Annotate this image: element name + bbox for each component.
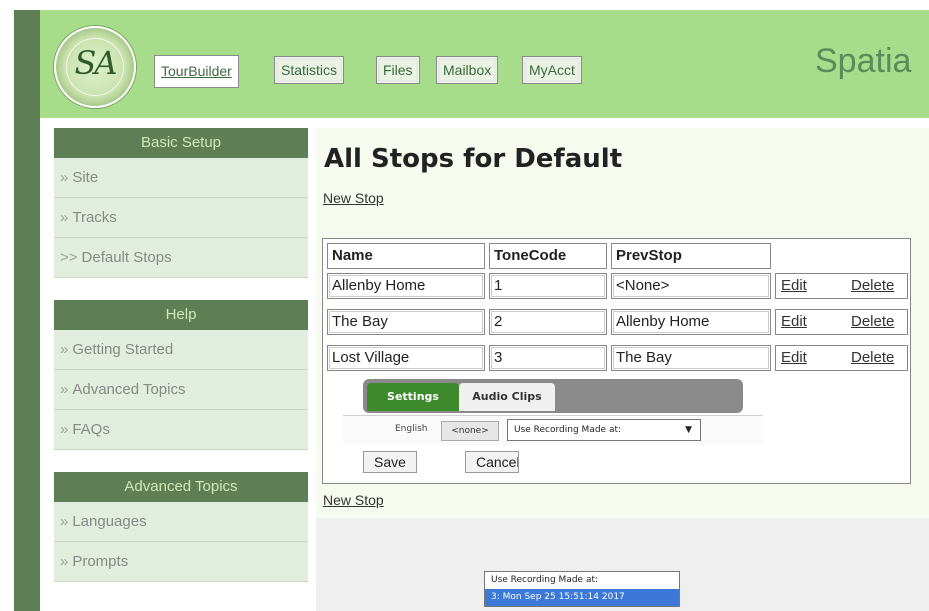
table-cell-prevstop: Allenby Home	[611, 309, 771, 335]
dropdown-option-selected[interactable]: 3: Mon Sep 25 15:51:14 2017	[485, 589, 679, 606]
nav-tab-statistics[interactable]: Statistics	[274, 56, 345, 84]
table-cell-name: The Bay	[327, 309, 485, 335]
editor-tab-bar: Settings Audio Clips	[363, 379, 743, 413]
language-label: English	[395, 424, 428, 434]
left-stripe	[14, 10, 40, 611]
edit-link[interactable]: Edit	[781, 313, 807, 330]
recording-select-value: Use Recording Made at:	[514, 425, 622, 435]
sidebar-item-tracks[interactable]: » Tracks	[54, 198, 308, 238]
column-header-prevstop: PrevStop	[611, 243, 771, 269]
nav-tab-files[interactable]: Files	[376, 56, 420, 84]
column-header-name: Name	[327, 243, 485, 269]
sidebar-item-prompts[interactable]: » Prompts	[54, 542, 308, 582]
logo: SA	[54, 26, 136, 108]
language-row: English <none> Use Recording Made at: ▼	[343, 415, 763, 445]
stops-table: Name ToneCode PrevStop Allenby Home 1 <N…	[322, 238, 911, 484]
sidebar-item-marker: »	[60, 421, 69, 438]
sidebar-gap	[54, 278, 308, 300]
sidebar-item-label: FAQs	[72, 421, 110, 438]
tab-audio-clips[interactable]: Audio Clips	[459, 383, 555, 411]
left-edge-bar	[0, 0, 40, 611]
sidebar-item-marker: »	[60, 513, 69, 530]
new-stop-link-bottom[interactable]: New Stop	[323, 492, 384, 508]
sidebar-item-default-stops[interactable]: >> Default Stops	[54, 238, 308, 278]
sidebar-item-getting-started[interactable]: » Getting Started	[54, 330, 308, 370]
sidebar-item-advanced-topics[interactable]: » Advanced Topics	[54, 370, 308, 410]
sidebar-item-label: Default Stops	[81, 249, 172, 266]
logo-text: SA	[74, 44, 117, 82]
table-cell-tonecode: 2	[489, 309, 607, 335]
table-cell-tonecode: 1	[489, 273, 607, 299]
sidebar-item-marker: »	[60, 553, 69, 570]
table-cell-name: Allenby Home	[327, 273, 485, 299]
sidebar-section-title-advanced-topics: Advanced Topics	[54, 472, 308, 502]
tab-settings[interactable]: Settings	[367, 383, 459, 411]
nav-tab-tourbuilder[interactable]: TourBuilder	[154, 55, 239, 88]
recording-dropdown-list: Use Recording Made at: 3: Mon Sep 25 15:…	[484, 571, 680, 607]
none-recording-button[interactable]: <none>	[441, 421, 499, 441]
sidebar-item-label: Prompts	[72, 553, 129, 570]
header: SA TourBuilder Statistics Files Mailbox …	[40, 10, 929, 118]
stop-editor-panel: Settings Audio Clips English <none> Use …	[343, 375, 763, 475]
table-cell-prevstop: <None>	[611, 273, 771, 299]
edit-link[interactable]: Edit	[781, 349, 807, 366]
page-title: All Stops for Default	[324, 144, 623, 174]
dropdown-caret-icon: ▼	[685, 425, 692, 435]
sidebar-item-label: Getting Started	[72, 341, 174, 358]
main-content: All Stops for Default New Stop Name Tone…	[316, 128, 929, 518]
sidebar-item-label: Advanced Topics	[72, 381, 186, 398]
recording-select[interactable]: Use Recording Made at: ▼	[507, 419, 701, 441]
nav-tab-mailbox[interactable]: Mailbox	[436, 56, 499, 84]
sidebar-item-marker: »	[60, 169, 69, 186]
sidebar-item-faqs[interactable]: » FAQs	[54, 410, 308, 450]
delete-link[interactable]: Delete	[851, 313, 894, 330]
sidebar-item-languages[interactable]: » Languages	[54, 502, 308, 542]
sidebar-item-label: Tracks	[72, 209, 117, 226]
sidebar-item-marker: »	[60, 381, 69, 398]
sidebar-item-label: Site	[72, 169, 99, 186]
sidebar-item-marker: »	[60, 341, 69, 358]
column-header-tonecode: ToneCode	[489, 243, 607, 269]
sidebar-item-label: Languages	[72, 513, 147, 530]
edit-link[interactable]: Edit	[781, 277, 807, 294]
sidebar-gap	[54, 450, 308, 472]
save-button[interactable]: Save	[363, 451, 417, 473]
site-title: Spatia	[815, 42, 912, 80]
cancel-button[interactable]: Cancel	[465, 451, 519, 473]
table-cell-name: Lost Village	[327, 345, 485, 371]
sidebar-item-marker: >>	[60, 249, 78, 266]
table-cell-prevstop: The Bay	[611, 345, 771, 371]
dropdown-option[interactable]: Use Recording Made at:	[485, 572, 679, 589]
delete-link[interactable]: Delete	[851, 349, 894, 366]
sidebar: Basic Setup » Site » Tracks >> Default Stop…	[54, 128, 308, 582]
sidebar-section-title-help: Help	[54, 300, 308, 330]
sidebar-section-title-basic-setup: Basic Setup	[54, 128, 308, 158]
sidebar-item-marker: »	[60, 209, 69, 226]
delete-link[interactable]: Delete	[851, 277, 894, 294]
nav-tab-myacct[interactable]: MyAcct	[522, 56, 582, 84]
new-stop-link-top[interactable]: New Stop	[323, 190, 384, 206]
table-cell-tonecode: 3	[489, 345, 607, 371]
sidebar-item-site[interactable]: » Site	[54, 158, 308, 198]
